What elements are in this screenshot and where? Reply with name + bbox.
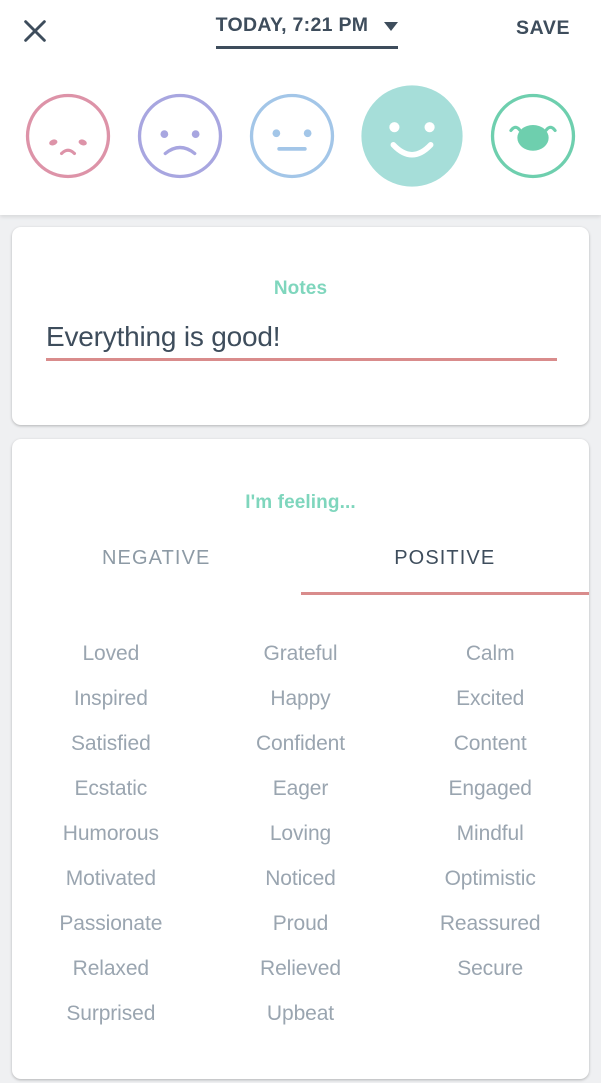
feeling-word[interactable]: Relieved: [206, 946, 396, 991]
feeling-word[interactable]: Motivated: [16, 856, 206, 901]
mood-option-bad[interactable]: [134, 90, 226, 182]
feeling-word[interactable]: Surprised: [16, 991, 206, 1036]
feeling-word[interactable]: Happy: [206, 676, 396, 721]
feeling-word[interactable]: Content: [395, 721, 585, 766]
feeling-word[interactable]: Calm: [395, 631, 585, 676]
feelings-tabs: NEGATIVE POSITIVE: [12, 547, 589, 595]
feeling-word[interactable]: Loving: [206, 811, 396, 856]
feelings-grid: Loved Grateful Calm Inspired Happy Excit…: [12, 631, 589, 1036]
feeling-word[interactable]: Inspired: [16, 676, 206, 721]
mood-option-good[interactable]: [357, 81, 467, 191]
feeling-word[interactable]: Ecstatic: [16, 766, 206, 811]
feeling-word[interactable]: Optimistic: [395, 856, 585, 901]
happy-face-icon: [357, 81, 467, 191]
tab-positive[interactable]: POSITIVE: [300, 547, 589, 595]
feeling-word[interactable]: Proud: [206, 901, 396, 946]
mood-selector: [0, 66, 601, 206]
grinning-face-icon: [487, 90, 579, 182]
feeling-word[interactable]: Upbeat: [206, 991, 396, 1036]
feeling-word[interactable]: Humorous: [16, 811, 206, 856]
frowning-face-icon: [134, 90, 226, 182]
save-button[interactable]: SAVE: [516, 12, 601, 40]
feeling-word-empty: [395, 991, 585, 1036]
mood-entry-screen: TODAY, 7:21 PM SAVE Notes Everything is …: [0, 0, 601, 1083]
tab-negative[interactable]: NEGATIVE: [12, 547, 301, 595]
sad-face-icon: [22, 90, 114, 182]
close-button[interactable]: [0, 12, 70, 46]
feeling-word[interactable]: Grateful: [206, 631, 396, 676]
feeling-word[interactable]: Excited: [395, 676, 585, 721]
feeling-word[interactable]: Passionate: [16, 901, 206, 946]
feeling-word[interactable]: Mindful: [395, 811, 585, 856]
mood-option-great[interactable]: [487, 90, 579, 182]
content-area: Notes I'm feeling... NEGATIVE POSITIVE L…: [0, 215, 601, 1083]
feelings-title: I'm feeling...: [245, 492, 356, 513]
date-picker[interactable]: TODAY, 7:21 PM: [215, 12, 399, 49]
feelings-card: I'm feeling... NEGATIVE POSITIVE Loved G…: [12, 439, 589, 1079]
feeling-word[interactable]: Engaged: [395, 766, 585, 811]
feeling-word[interactable]: Confident: [206, 721, 396, 766]
feeling-word[interactable]: Satisfied: [16, 721, 206, 766]
date-label: TODAY, 7:21 PM: [215, 14, 369, 36]
neutral-face-icon: [246, 90, 338, 182]
notes-title: Notes: [273, 278, 328, 299]
date-picker-wrap: TODAY, 7:21 PM: [70, 12, 516, 49]
feeling-word[interactable]: Reassured: [395, 901, 585, 946]
feeling-word[interactable]: Relaxed: [16, 946, 206, 991]
feeling-word[interactable]: Eager: [206, 766, 396, 811]
mood-option-neutral[interactable]: [246, 90, 338, 182]
app-header: TODAY, 7:21 PM SAVE: [0, 0, 601, 215]
notes-input-wrap: [46, 321, 557, 361]
app-bar: TODAY, 7:21 PM SAVE: [0, 0, 601, 66]
feeling-word[interactable]: Loved: [16, 631, 206, 676]
feeling-word[interactable]: Secure: [395, 946, 585, 991]
notes-input[interactable]: [46, 321, 557, 353]
mood-option-awful[interactable]: [22, 90, 114, 182]
chevron-down-icon: [384, 22, 399, 31]
close-icon: [20, 16, 50, 46]
feeling-word[interactable]: Noticed: [206, 856, 396, 901]
notes-card: Notes: [12, 227, 589, 425]
